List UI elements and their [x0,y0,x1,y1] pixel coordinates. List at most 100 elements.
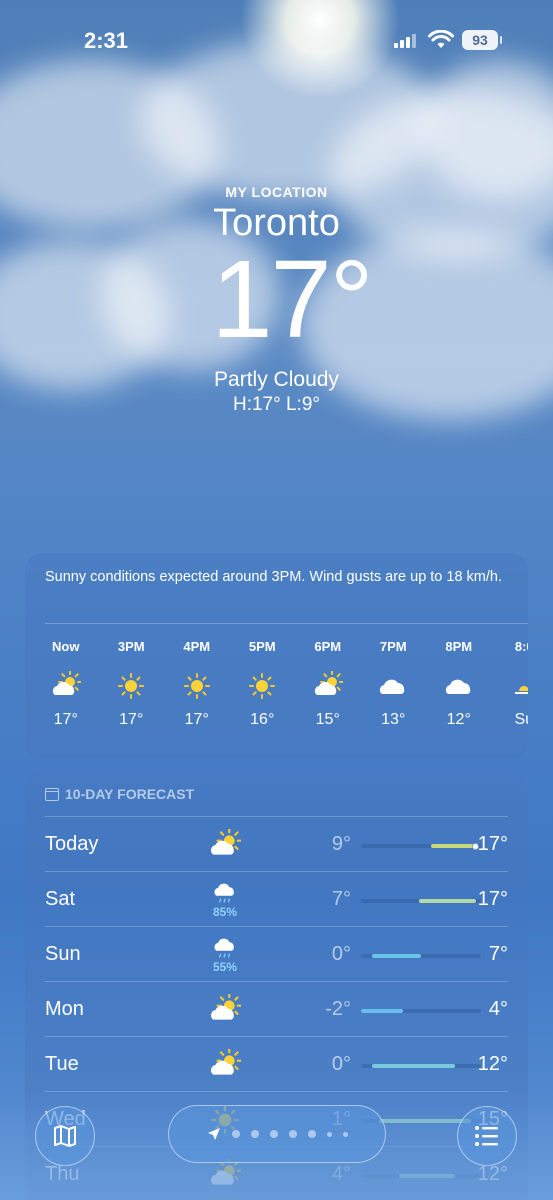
status-bar: 2:31 93 [0,0,553,80]
temp-range-fill [361,1009,403,1013]
cloud-icon [380,679,405,694]
hour-icon-wrap [492,659,528,707]
sunset-icon [515,686,528,694]
current-temperature: 17° [211,238,373,361]
sun-icon [249,673,276,699]
forecast-day: Today [45,833,99,855]
divider [45,623,528,624]
hourly-list[interactable]: Now 17° 3PM 17° 4PM 17° 5PM 16° 6PM 15° … [33,639,528,729]
high-low-temperature: H:17° L:9° [232,394,321,415]
location-label: MY LOCATION [225,184,328,200]
hour-temp: 17° [53,711,78,728]
page-dot[interactable] [307,1130,316,1138]
calendar-icon [45,787,59,801]
temp-range-fill [371,1064,455,1068]
forecast-icon-wrap [195,988,255,1032]
hour-item: 8PM 12° [426,639,492,729]
forecast-low: 0° [331,943,351,965]
map-button[interactable] [35,1106,95,1166]
forecast-high: 17° [477,833,508,855]
hour-label: 4PM [183,639,211,654]
hour-temp: 16° [250,711,275,728]
temp-range-bar [361,842,481,850]
page-dot[interactable] [231,1130,240,1138]
hour-item: 3PM 17° [99,639,165,729]
forecast-row[interactable]: Sun 55% 0° 7° [45,926,508,981]
page-dot[interactable] [269,1130,278,1138]
temp-range-bar [361,954,481,958]
hour-icon-wrap [164,659,230,707]
forecast-row[interactable]: Sat 85% 7° 17° [45,871,508,926]
temp-range-bar [361,1064,481,1068]
wifi-icon [428,30,454,48]
forecast-header: 10-DAY FORECAST [45,786,194,802]
temp-range-fill [371,954,421,958]
hour-temp: 15° [315,711,340,728]
forecast-low: -2° [325,998,351,1020]
hour-item: 6PM 15° [295,639,361,729]
hour-item: 8:0 Su [492,639,528,729]
forecast-icon-wrap [195,1043,255,1087]
hour-icon-wrap [99,659,165,707]
hour-label: Now [52,639,80,654]
forecast-low: 0° [331,1053,351,1075]
sun-icon [118,673,145,699]
temp-range-bar [361,899,481,903]
hour-item: 5PM 16° [230,639,296,729]
forecast-low: 9° [331,833,351,855]
forecast-icon-wrap: 55% [195,933,255,977]
precip-chance: 85% [212,905,238,919]
forecast-high: 12° [477,1053,508,1075]
forecast-low: 7° [331,888,351,910]
forecast-day: Sat [45,888,76,910]
list-button[interactable] [457,1106,517,1166]
hour-item: 7PM 13° [361,639,427,729]
map-icon [54,1125,76,1147]
rain-cloud-icon [214,938,234,958]
partly-sunny-icon [211,994,241,1020]
hour-label: 5PM [248,639,276,654]
temp-range-fill [418,899,477,903]
temp-range-bar [361,1009,481,1013]
status-time: 2:31 [84,28,129,53]
page-dot[interactable] [250,1130,259,1138]
location-arrow-icon [207,1128,220,1140]
hourly-forecast-card[interactable]: Sunny conditions expected around 3PM. Wi… [25,553,528,759]
forecast-day: Mon [45,998,84,1020]
precip-chance: 55% [212,960,238,974]
partly-sunny-icon [211,829,241,855]
forecast-row[interactable]: Mon -2° 4° [45,981,508,1036]
temp-range-fill [430,844,477,848]
partly-sunny-icon [52,671,81,695]
page-dot[interactable] [288,1130,297,1138]
cloud-icon [445,679,471,694]
forecast-high: 17° [477,888,508,910]
hour-icon-wrap [33,659,99,707]
partly-sunny-icon [211,1049,241,1075]
page-dot[interactable] [326,1131,332,1137]
list-icon [475,1126,498,1146]
hour-label: 6PM [314,639,342,654]
hour-item: 4PM 17° [164,639,230,729]
hour-label: 8:0 [514,639,528,654]
location-pager[interactable] [168,1105,386,1163]
partly-sunny-icon [314,671,343,695]
forecast-row[interactable]: Today 9° 17° [45,816,508,871]
forecast-high: 4° [488,998,508,1020]
hour-icon-wrap [361,659,427,707]
hour-label: 7PM [379,639,407,654]
hour-label: 8PM [445,639,473,654]
forecast-row[interactable]: Tue 0° 12° [45,1036,508,1091]
hour-temp: 12° [446,711,471,728]
forecast-icon-wrap: 85% [195,878,255,922]
forecast-high: 7° [488,943,508,965]
hour-temp: Su [514,711,528,728]
page-dot[interactable] [342,1131,348,1137]
current-condition: Partly Cloudy [214,368,339,391]
rain-cloud-icon [214,883,234,903]
battery-icon: 93 [462,30,502,50]
hour-temp: 17° [119,711,144,728]
forecast-day: Sun [45,943,81,965]
cellular-signal-icon [394,34,416,48]
hour-icon-wrap [230,659,296,707]
